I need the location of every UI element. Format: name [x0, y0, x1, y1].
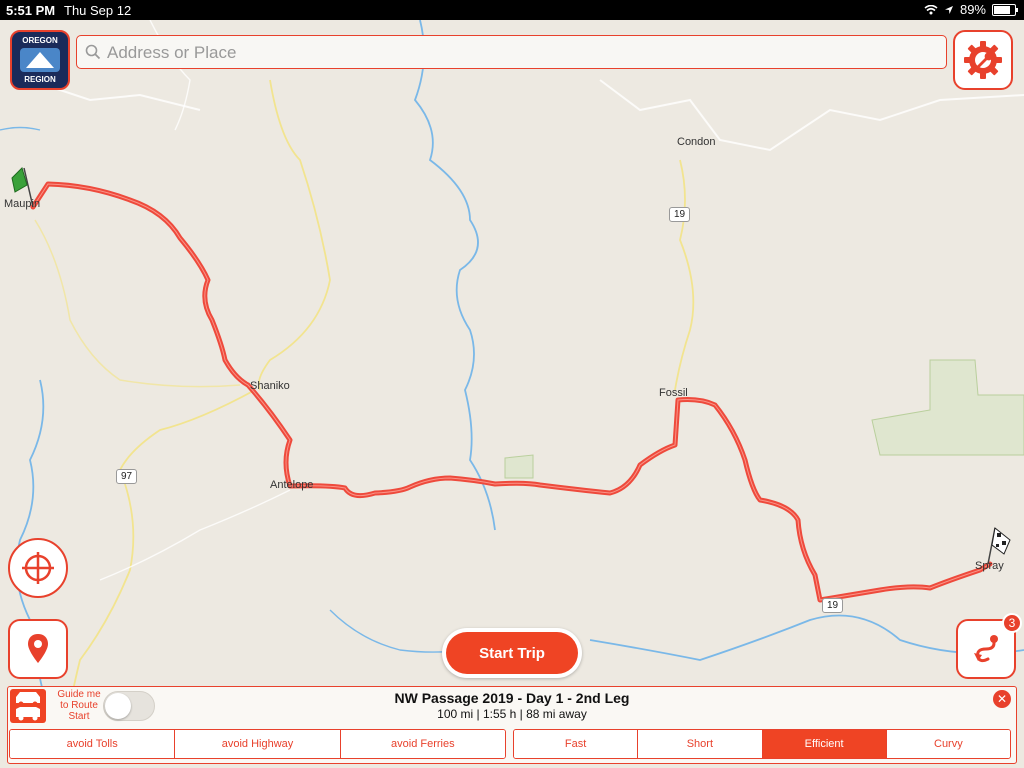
region-logo-button[interactable]: OREGON REGION	[10, 30, 70, 90]
avoid-tolls-button[interactable]: avoid Tolls	[10, 730, 176, 758]
close-route-button[interactable]: ✕	[993, 690, 1011, 708]
settings-button[interactable]	[953, 30, 1013, 90]
map-pin-icon	[28, 634, 48, 663]
search-bar[interactable]	[76, 35, 947, 69]
start-trip-button[interactable]: Start Trip	[446, 632, 578, 674]
mode-short-button[interactable]: Short	[638, 730, 763, 758]
place-label: Antelope	[270, 479, 314, 491]
app-root: 5:51 PM Thu Sep 12 89% Maupin Condon Sha…	[0, 0, 1024, 768]
route-mode-options: Fast Short Efficient Curvy	[513, 729, 1011, 759]
avoid-highway-button[interactable]: avoid Highway	[175, 730, 341, 758]
highway-shield: 97	[116, 469, 138, 484]
route-title: NW Passage 2019 - Day 1 - 2nd Leg	[394, 690, 630, 706]
mode-efficient-button[interactable]: Efficient	[762, 730, 887, 758]
mode-curvy-button[interactable]: Curvy	[886, 730, 1010, 758]
route-icon	[974, 635, 998, 663]
avoid-ferries-button[interactable]: avoid Ferries	[340, 730, 505, 758]
start-trip-wrapper: Start Trip	[442, 628, 582, 678]
crosshair-icon	[22, 552, 54, 584]
logo-line2: REGION	[24, 75, 56, 84]
avoid-options: avoid Tolls avoid Highway avoid Ferries	[9, 729, 506, 759]
gear-wrench-icon	[964, 41, 1002, 79]
mode-fast-button[interactable]: Fast	[514, 730, 639, 758]
battery-fill	[994, 5, 1011, 14]
routes-button[interactable]: 3	[956, 613, 1022, 679]
place-label: Spray	[975, 560, 1004, 572]
place-label: Fossil	[659, 387, 688, 399]
mountain-icon	[26, 52, 54, 68]
battery-percent: 89%	[959, 2, 986, 17]
logo-line1: OREGON	[22, 36, 58, 45]
search-input[interactable]	[105, 38, 939, 68]
status-date: Thu Sep 12	[64, 3, 132, 18]
place-label: Maupin	[4, 198, 41, 210]
highway-shield: 19	[822, 598, 844, 613]
location-arrow-icon	[944, 5, 953, 14]
drop-pin-button[interactable]	[8, 619, 68, 679]
wifi-icon	[924, 4, 938, 14]
locate-me-button[interactable]	[8, 538, 68, 598]
search-icon	[85, 44, 101, 60]
place-label: Condon	[677, 136, 716, 148]
status-time: 5:51 PM	[6, 3, 56, 18]
route-panel: Guide me to Route Start NW Passage 2019 …	[7, 686, 1017, 764]
route-stats: 100 mi | 1:55 h | 88 mi away	[437, 707, 587, 721]
battery-icon	[992, 3, 1018, 16]
status-right: 89%	[924, 2, 1018, 17]
highway-shield: 19	[669, 207, 691, 222]
routes-count-badge: 3	[1002, 613, 1022, 633]
status-bar: 5:51 PM Thu Sep 12 89%	[0, 0, 1024, 20]
place-label: Shaniko	[250, 380, 290, 392]
